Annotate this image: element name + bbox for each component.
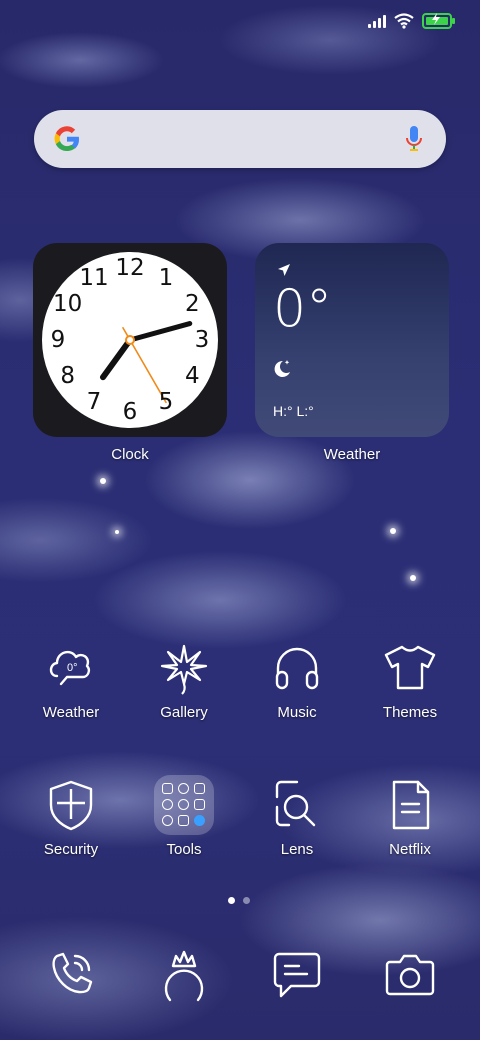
clock-number: 12 bbox=[115, 255, 145, 281]
clock-face: 12 1 2 3 4 5 6 7 8 9 10 11 bbox=[42, 252, 218, 428]
app-themes[interactable]: Themes bbox=[354, 640, 466, 721]
wifi-icon bbox=[394, 13, 414, 29]
app-label: Weather bbox=[42, 704, 100, 721]
clock-number: 2 bbox=[185, 291, 200, 317]
clock-number: 3 bbox=[194, 327, 210, 353]
google-search-bar[interactable] bbox=[34, 110, 446, 168]
gallery-flower-icon bbox=[156, 640, 212, 696]
clock-center-pin bbox=[125, 335, 135, 345]
app-label: Security bbox=[43, 841, 99, 858]
lens-search-icon bbox=[269, 777, 325, 833]
app-label: Netflix bbox=[389, 841, 431, 858]
page-dot-active bbox=[228, 897, 235, 904]
dock bbox=[0, 946, 480, 1010]
app-music[interactable]: Music bbox=[241, 640, 353, 721]
dock-phone[interactable] bbox=[15, 946, 127, 1002]
weather-widget[interactable]: 0° H:° L:° bbox=[255, 243, 449, 437]
location-arrow-icon bbox=[278, 264, 290, 276]
tshirt-icon bbox=[382, 640, 438, 696]
clock-number: 5 bbox=[158, 389, 174, 416]
page-indicator bbox=[228, 897, 250, 904]
camera-icon bbox=[382, 946, 438, 1002]
dock-browser[interactable] bbox=[128, 946, 240, 1002]
clock-number: 11 bbox=[79, 264, 109, 291]
app-gallery[interactable]: Gallery bbox=[128, 640, 240, 721]
clock-number: 7 bbox=[86, 389, 102, 416]
crown-ring-icon bbox=[156, 946, 212, 1002]
signal-bars-icon bbox=[368, 14, 386, 28]
status-bar bbox=[368, 10, 455, 32]
weather-widget-label: Weather bbox=[323, 446, 381, 463]
dock-camera[interactable] bbox=[354, 946, 466, 1002]
weather-temperature: 0° bbox=[273, 279, 333, 339]
shield-icon bbox=[43, 777, 99, 833]
battery-charging-icon bbox=[422, 13, 455, 29]
clock-number: 6 bbox=[122, 399, 138, 425]
star-decoration bbox=[410, 575, 416, 581]
app-label: Themes bbox=[382, 704, 438, 721]
app-label: Music bbox=[277, 704, 317, 721]
message-icon bbox=[269, 946, 325, 1002]
clock-number: 9 bbox=[50, 327, 66, 353]
app-weather[interactable]: 0° Weather bbox=[15, 640, 127, 721]
app-label: Lens bbox=[280, 841, 314, 858]
clock-hour-hand bbox=[127, 321, 193, 343]
app-tools[interactable]: Tools bbox=[128, 775, 240, 858]
star-decoration bbox=[390, 528, 396, 534]
document-icon bbox=[382, 777, 438, 833]
google-logo-icon bbox=[54, 126, 80, 152]
moon-stars-icon bbox=[274, 360, 290, 377]
weather-high-low: H:° L:° bbox=[273, 403, 314, 419]
star-decoration bbox=[115, 530, 119, 534]
microphone-icon[interactable] bbox=[404, 124, 424, 154]
clock-widget[interactable]: 12 1 2 3 4 5 6 7 8 9 10 11 bbox=[33, 243, 227, 437]
folder-icon bbox=[154, 775, 214, 835]
dock-messages[interactable] bbox=[241, 946, 353, 1002]
clock-widget-label: Clock bbox=[111, 446, 149, 463]
weather-app-badge: 0° bbox=[67, 662, 78, 674]
clock-number: 10 bbox=[53, 291, 83, 317]
app-lens[interactable]: Lens bbox=[241, 777, 353, 858]
app-label: Tools bbox=[166, 841, 202, 858]
star-decoration bbox=[100, 478, 106, 484]
app-security[interactable]: Security bbox=[15, 777, 127, 858]
phone-icon bbox=[43, 946, 99, 1002]
clock-number: 8 bbox=[60, 363, 75, 389]
app-netflix[interactable]: Netflix bbox=[354, 777, 466, 858]
clock-minute-hand bbox=[99, 337, 133, 381]
clock-number: 4 bbox=[185, 363, 200, 389]
headphones-icon bbox=[269, 640, 325, 696]
app-label: Gallery bbox=[160, 704, 208, 721]
page-dot bbox=[243, 897, 250, 904]
